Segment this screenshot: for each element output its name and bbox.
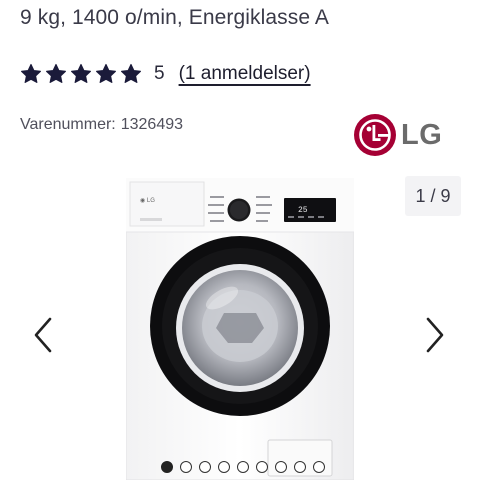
next-image-button[interactable] [422,315,448,355]
pagination-dot[interactable] [256,461,268,473]
chevron-right-icon [422,315,448,355]
pagination-dot[interactable] [313,461,325,473]
rating-stars [20,63,142,85]
svg-text:◉ LG: ◉ LG [140,198,155,204]
star-filled-icon [70,63,92,85]
product-subtitle: 9 kg, 1400 o/min, Energiklasse A [20,6,330,29]
chevron-left-icon [30,315,56,355]
star-filled-icon [45,63,67,85]
brand-name: LG [401,118,443,151]
pagination-dot[interactable] [180,461,192,473]
previous-image-button[interactable] [30,315,56,355]
image-counter: 1 / 9 [405,176,461,216]
image-counter-current: 1 [415,185,426,206]
reviews-link[interactable]: (1 anmeldelser) [179,63,311,85]
pagination-dot-active[interactable] [161,461,173,473]
svg-text:25: 25 [298,206,308,215]
image-counter-separator: / [430,185,436,206]
lg-logo-icon [353,113,397,157]
sku-value: 1326493 [120,116,184,133]
product-image-washing-machine[interactable]: ◉ LG 25 [126,178,354,480]
pagination-dot[interactable] [294,461,306,473]
pagination-dot[interactable] [199,461,211,473]
sku-line: Varenummer: 1326493 [20,116,183,134]
image-counter-total: 9 [440,185,451,206]
sku-label: Varenummer: [20,116,116,133]
rating-value: 5 [154,63,165,84]
pagination-dot[interactable] [275,461,287,473]
pagination-dot[interactable] [218,461,230,473]
star-filled-icon [20,63,42,85]
pagination-dot[interactable] [237,461,249,473]
image-gallery: ◉ LG 25 1 / 9 [0,170,480,480]
star-filled-icon [95,63,117,85]
rating-row: 5 (1 anmeldelser) [20,60,311,88]
gallery-pagination-dots [161,461,325,473]
brand-logo[interactable]: LG [353,113,453,157]
star-filled-icon [120,63,142,85]
